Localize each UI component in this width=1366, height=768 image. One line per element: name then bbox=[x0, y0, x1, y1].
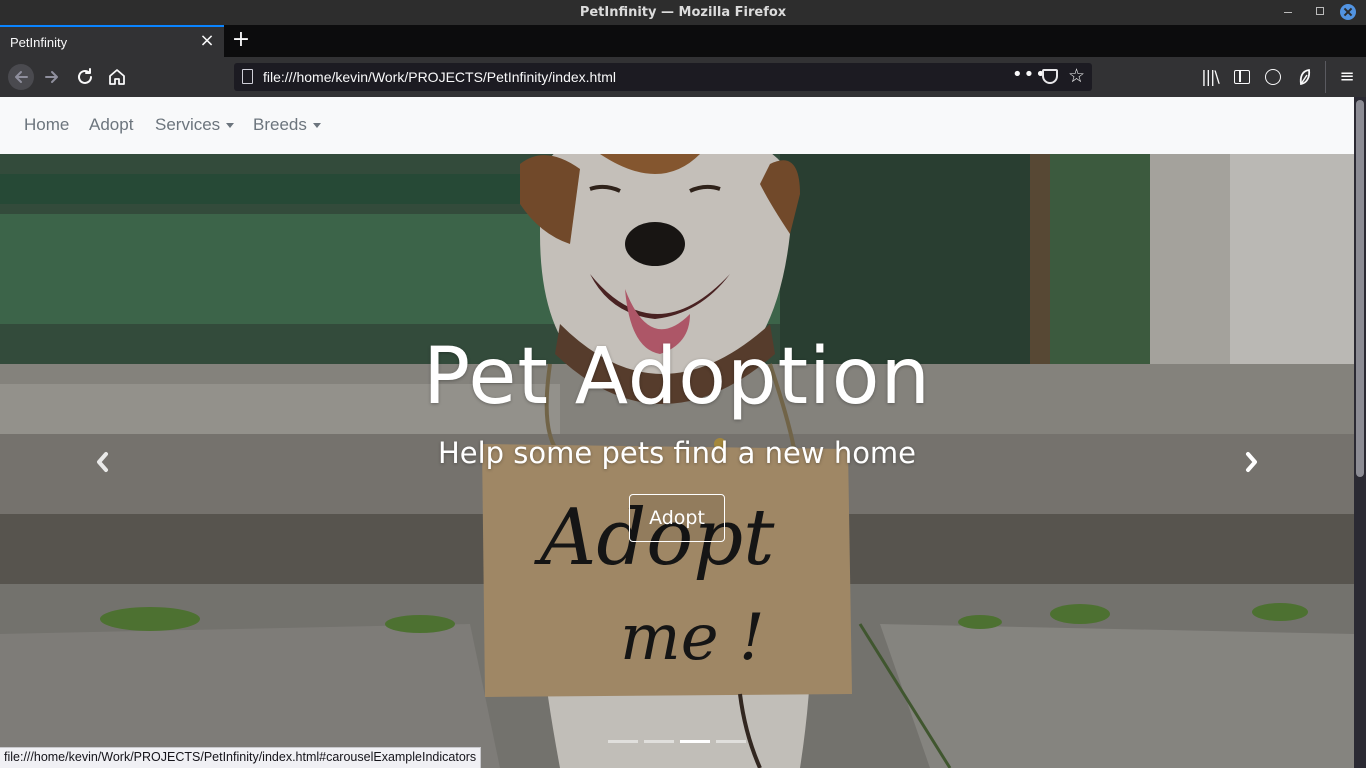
hamburger-menu-icon[interactable]: ≡ bbox=[1336, 65, 1358, 89]
status-bar-link-preview: file:///home/kevin/Work/PROJECTS/PetInfi… bbox=[0, 747, 482, 768]
url-bar[interactable]: file:///home/kevin/Work/PROJECTS/PetInfi… bbox=[234, 63, 1092, 91]
nav-toolbar: file:///home/kevin/Work/PROJECTS/PetInfi… bbox=[0, 57, 1366, 97]
carousel-indicator-3[interactable] bbox=[680, 740, 710, 743]
bookmark-star-icon[interactable]: ☆ bbox=[1068, 65, 1085, 87]
tab-petinfinity[interactable]: PetInfinity × bbox=[0, 25, 224, 57]
nav-item-home[interactable]: Home bbox=[24, 115, 69, 135]
tab-close-icon[interactable]: × bbox=[198, 32, 216, 50]
library-icon[interactable]: |||\ bbox=[1199, 65, 1221, 89]
globe-icon[interactable] bbox=[1262, 65, 1284, 89]
tab-label: PetInfinity bbox=[10, 35, 68, 50]
nav-item-breeds[interactable]: Breeds bbox=[253, 115, 321, 135]
carousel-prev-button[interactable] bbox=[88, 442, 116, 482]
scrollbar-thumb[interactable] bbox=[1356, 100, 1364, 477]
leaf-icon bbox=[1299, 68, 1311, 86]
sidebar-icon[interactable] bbox=[1231, 65, 1253, 89]
extension-leaf-icon[interactable] bbox=[1294, 65, 1316, 89]
reload-button[interactable] bbox=[73, 65, 97, 89]
nav-item-services-label: Services bbox=[155, 115, 221, 134]
caret-down-icon bbox=[226, 123, 235, 129]
site-navbar: Home Adopt Services Breeds bbox=[0, 97, 1354, 154]
window-title: PetInfinity — Mozilla Firefox bbox=[579, 5, 787, 20]
page-scrollbar[interactable] bbox=[1354, 97, 1366, 768]
carousel-indicators bbox=[608, 740, 748, 746]
new-tab-button[interactable]: + bbox=[231, 28, 251, 52]
window-titlebar: PetInfinity — Mozilla Firefox bbox=[0, 0, 1366, 25]
nav-item-adopt[interactable]: Adopt bbox=[89, 115, 133, 135]
minimize-button[interactable] bbox=[1280, 4, 1296, 20]
tab-strip: PetInfinity × + bbox=[0, 25, 1366, 57]
nav-item-services[interactable]: Services bbox=[155, 115, 235, 135]
carousel-indicator-4[interactable] bbox=[716, 740, 746, 743]
forward-button[interactable] bbox=[41, 65, 65, 89]
close-window-button[interactable] bbox=[1340, 4, 1356, 20]
hero-carousel: Adopt me ! Pet Adoption Help some pets f… bbox=[0, 154, 1354, 768]
page-viewport: Home Adopt Services Breeds Adopt me ! Pe… bbox=[0, 97, 1354, 768]
maximize-button[interactable] bbox=[1311, 4, 1327, 20]
toolbar-separator bbox=[1325, 61, 1326, 93]
url-text[interactable]: file:///home/kevin/Work/PROJECTS/PetInfi… bbox=[263, 69, 616, 85]
chevron-right-icon bbox=[1246, 452, 1257, 472]
arrow-right-icon bbox=[45, 71, 58, 83]
caret-down-icon bbox=[312, 123, 321, 129]
hero-title: Pet Adoption bbox=[423, 332, 931, 422]
back-button[interactable] bbox=[8, 64, 34, 90]
home-button[interactable] bbox=[105, 65, 129, 89]
arrow-left-icon bbox=[15, 71, 28, 83]
pocket-icon[interactable] bbox=[1042, 69, 1058, 84]
carousel-indicator-2[interactable] bbox=[644, 740, 674, 743]
chevron-left-icon bbox=[97, 452, 108, 472]
hero-subtitle: Help some pets find a new home bbox=[437, 436, 917, 470]
nav-item-breeds-label: Breeds bbox=[253, 115, 307, 134]
carousel-indicator-1[interactable] bbox=[608, 740, 638, 743]
hero-adopt-button[interactable]: Adopt bbox=[629, 494, 725, 542]
carousel-next-button[interactable] bbox=[1238, 442, 1266, 482]
home-icon bbox=[109, 69, 125, 85]
reload-icon bbox=[78, 68, 92, 84]
page-icon bbox=[242, 69, 253, 84]
